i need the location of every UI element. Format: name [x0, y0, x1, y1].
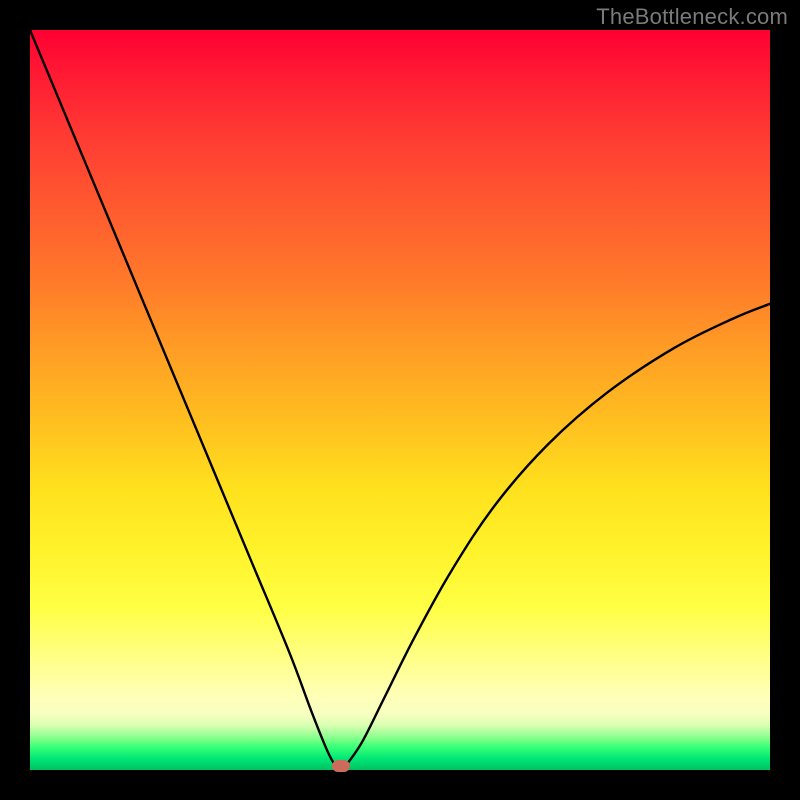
minimum-marker: [332, 760, 350, 772]
curve-right-branch: [348, 304, 770, 763]
curve-left-branch: [30, 30, 337, 766]
watermark-text: TheBottleneck.com: [596, 4, 788, 30]
chart-area: [30, 30, 770, 770]
chart-curve-layer: [30, 30, 770, 770]
